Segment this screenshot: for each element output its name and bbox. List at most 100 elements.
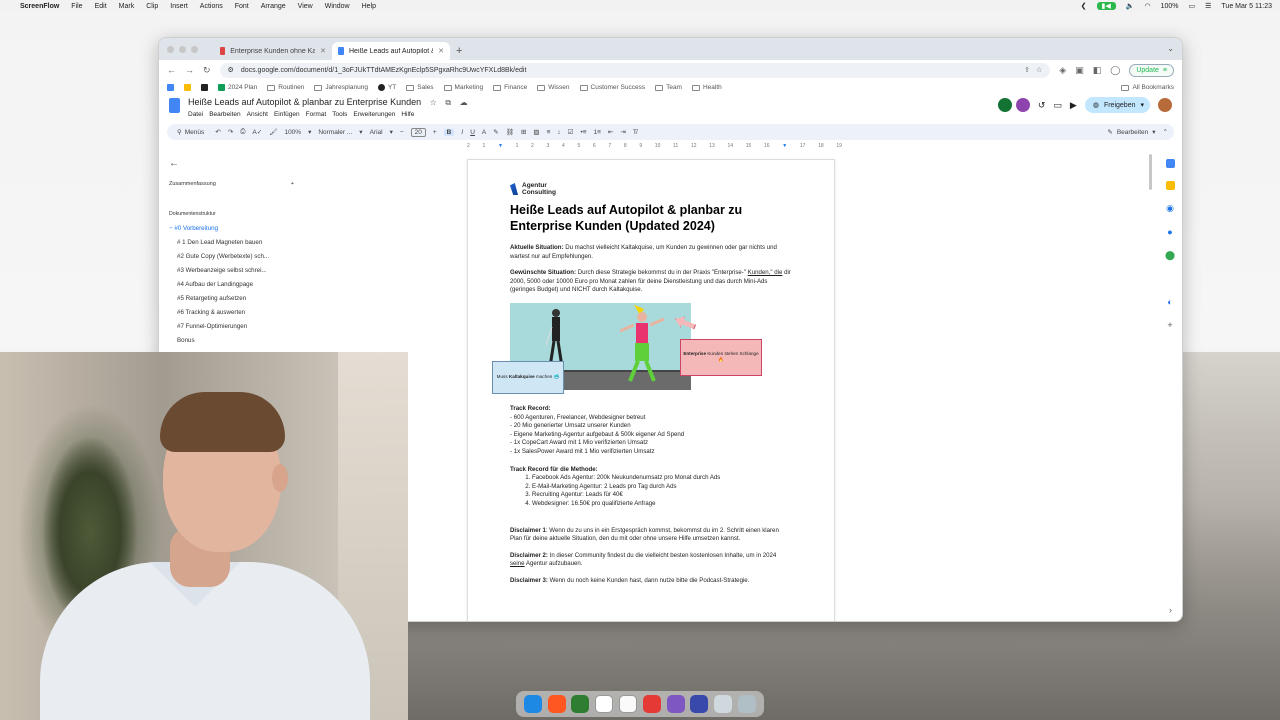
extension-puzzle-icon[interactable]: ◧ bbox=[1093, 65, 1102, 76]
account-avatar[interactable] bbox=[1158, 98, 1172, 112]
collaborator-avatar[interactable] bbox=[1015, 98, 1030, 112]
font-size-decrease-icon[interactable]: − bbox=[400, 129, 404, 136]
menu-ansicht[interactable]: Ansicht bbox=[247, 111, 268, 118]
meet-icon[interactable]: ▶ bbox=[1070, 100, 1077, 111]
docs-logo-icon[interactable] bbox=[169, 98, 180, 113]
text-link[interactable]: seine bbox=[510, 560, 525, 567]
scrollbar-thumb[interactable] bbox=[1149, 154, 1152, 190]
text-color-icon[interactable]: A bbox=[482, 129, 486, 136]
menu-font[interactable]: Font bbox=[235, 3, 249, 10]
redo-icon[interactable]: ↷ bbox=[228, 128, 233, 136]
all-bookmarks[interactable]: All Bookmarks bbox=[1121, 84, 1174, 91]
facetime-camera-icon[interactable]: ▮◀ bbox=[1096, 2, 1116, 10]
clock[interactable]: Tue Mar 5 11:23 bbox=[1221, 3, 1272, 10]
collaborator-avatar[interactable] bbox=[997, 98, 1012, 112]
brave-browser-icon[interactable] bbox=[547, 695, 566, 713]
menu-datei[interactable]: Datei bbox=[188, 111, 203, 118]
right-indent-marker-icon[interactable]: ▼ bbox=[782, 143, 787, 152]
update-button[interactable]: Update ≡ bbox=[1129, 63, 1174, 77]
spellcheck-icon[interactable]: A✓ bbox=[252, 128, 262, 136]
video-app-icon[interactable] bbox=[666, 695, 685, 713]
bookmark-yt[interactable]: YT bbox=[377, 84, 396, 91]
trash-icon[interactable] bbox=[738, 695, 757, 713]
zoom-window-button[interactable] bbox=[191, 45, 198, 53]
chevron-up-icon[interactable]: ⌃ bbox=[1163, 128, 1168, 136]
bookmark-health[interactable]: Health bbox=[691, 84, 722, 91]
link-icon[interactable]: ⛓ bbox=[506, 128, 514, 136]
menu-app-name[interactable]: ScreenFlow bbox=[20, 3, 59, 10]
print-icon[interactable]: ⎙ bbox=[240, 128, 245, 136]
checklist-icon[interactable]: ☑ bbox=[568, 128, 574, 136]
apps-icon[interactable] bbox=[167, 84, 174, 91]
menu-clip[interactable]: Clip bbox=[146, 3, 158, 10]
screenflow-icon[interactable] bbox=[690, 695, 709, 713]
bookmark-star-icon[interactable]: ☆ bbox=[1036, 66, 1042, 74]
profile-icon[interactable]: ◯ bbox=[1110, 65, 1120, 76]
outline-item[interactable]: # 1 Den Lead Magneten bauen bbox=[169, 239, 294, 246]
drive-icon[interactable] bbox=[184, 84, 191, 91]
share-button[interactable]: ◍ Freigeben ▾ bbox=[1084, 97, 1150, 113]
font-size-increase-icon[interactable]: + bbox=[433, 129, 437, 136]
cloud-status-icon[interactable]: ☁ bbox=[460, 98, 468, 107]
style-select[interactable]: Normaler ... bbox=[318, 129, 352, 136]
battery-icon[interactable]: ▭ bbox=[1189, 2, 1196, 10]
tab-search-chevron-icon[interactable]: ⌄ bbox=[1167, 44, 1174, 53]
numbered-list-icon[interactable]: 1≡ bbox=[594, 129, 601, 136]
bookmark-team[interactable]: Team bbox=[655, 84, 682, 91]
minimize-window-button[interactable] bbox=[179, 45, 186, 53]
outline-item[interactable]: #7 Funnel-Optimierungen bbox=[169, 323, 294, 330]
menu-search[interactable]: ⚲ Menüs bbox=[173, 128, 208, 137]
menu-erweiterungen[interactable]: Erweiterungen bbox=[353, 111, 395, 118]
back-arrow-icon[interactable]: ← bbox=[169, 158, 294, 169]
bookmark-routinen[interactable]: Routinen bbox=[267, 84, 304, 91]
bold-icon[interactable]: B bbox=[443, 128, 455, 136]
menu-format[interactable]: Format bbox=[306, 111, 327, 118]
menu-view[interactable]: View bbox=[298, 3, 313, 10]
menu-help[interactable]: Help bbox=[362, 3, 376, 10]
tasks-icon[interactable]: ◉ bbox=[1166, 203, 1174, 214]
close-icon[interactable]: ✕ bbox=[320, 47, 326, 55]
paint-format-icon[interactable]: 🖌 bbox=[269, 128, 277, 136]
menu-insert[interactable]: Insert bbox=[170, 3, 188, 10]
chevron-down-icon[interactable]: ▾ bbox=[359, 128, 362, 136]
add-addon-icon[interactable]: + bbox=[1167, 320, 1172, 330]
bookmark-wissen[interactable]: Wissen bbox=[537, 84, 570, 91]
bookmark-marketing[interactable]: Marketing bbox=[443, 84, 483, 91]
new-tab-icon[interactable]: + bbox=[456, 42, 462, 60]
line-spacing-icon[interactable]: ↕ bbox=[557, 129, 560, 136]
comment-icon[interactable]: ▭ bbox=[1053, 100, 1062, 111]
italic-icon[interactable]: I bbox=[461, 129, 463, 136]
extension-icon[interactable]: ▣ bbox=[1075, 65, 1084, 76]
menu-mark[interactable]: Mark bbox=[119, 3, 135, 10]
wifi-icon[interactable]: ◠ bbox=[1144, 2, 1150, 10]
highlight-icon[interactable]: ✎ bbox=[493, 128, 498, 136]
star-icon[interactable]: ☆ bbox=[430, 98, 437, 107]
add-comment-icon[interactable]: ⊞ bbox=[521, 128, 526, 136]
addon-icon[interactable]: ◐ bbox=[1167, 297, 1172, 307]
meme-image[interactable]: Muss Kaltakquise machen 🥶 Enterprise Kun… bbox=[492, 302, 792, 395]
move-folder-icon[interactable]: ⧉ bbox=[445, 98, 451, 107]
document-page[interactable]: Agentur Consulting Heiße Leads auf Autopi… bbox=[467, 159, 835, 621]
notion-icon[interactable] bbox=[595, 695, 614, 713]
chevron-left-icon[interactable]: ❮ bbox=[1081, 2, 1087, 10]
calendar-app-icon[interactable] bbox=[619, 695, 638, 713]
indent-marker-icon[interactable]: ▼ bbox=[498, 143, 503, 152]
close-window-button[interactable] bbox=[167, 45, 174, 53]
todoist-icon[interactable] bbox=[642, 695, 661, 713]
url-field[interactable]: ⚙ docs.google.com/document/d/1_3oFJUkTTd… bbox=[219, 62, 1051, 78]
menu-bearbeiten[interactable]: Bearbeiten bbox=[209, 111, 240, 118]
chevron-down-icon[interactable]: ▾ bbox=[390, 128, 393, 136]
outline-item[interactable]: #3 Werbeanzeige selbst schrei... bbox=[169, 267, 294, 274]
menu-einfuegen[interactable]: Einfügen bbox=[274, 111, 300, 118]
tab-google-doc[interactable]: Heiße Leads auf Autopilot & pla ✕ bbox=[332, 42, 450, 60]
back-icon[interactable]: ← bbox=[167, 65, 176, 75]
bookmark-2024-plan[interactable]: 2024 Plan bbox=[218, 84, 257, 91]
control-center-icon[interactable]: ☰ bbox=[1205, 2, 1211, 10]
outline-item[interactable]: Bonus bbox=[169, 337, 294, 344]
menu-window[interactable]: Window bbox=[325, 3, 350, 10]
underline-icon[interactable]: U bbox=[470, 129, 475, 136]
menu-hilfe[interactable]: Hilfe bbox=[401, 111, 414, 118]
text-link[interactable]: Kunden," die bbox=[748, 269, 783, 276]
chevron-down-icon[interactable]: ▾ bbox=[1140, 101, 1144, 109]
editing-mode-select[interactable]: ✎ Bearbeiten ▾ bbox=[1107, 128, 1155, 137]
